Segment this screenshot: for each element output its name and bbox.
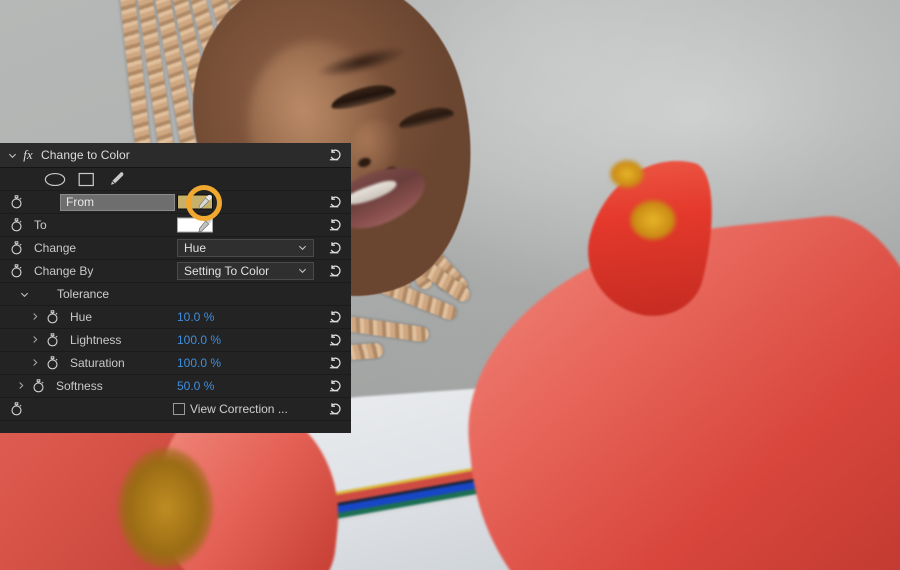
stopwatch-icon[interactable] [42, 356, 62, 370]
stopwatch-icon[interactable] [6, 195, 26, 209]
stopwatch-icon[interactable] [28, 379, 48, 393]
tolerance-saturation-value[interactable]: 100.0 % [177, 356, 221, 370]
change-dropdown-value: Hue [184, 241, 207, 255]
chevron-down-icon [298, 243, 307, 254]
reset-arrow-icon[interactable] [328, 195, 343, 209]
change-by-dropdown[interactable]: Setting To Color [177, 262, 314, 280]
chevron-right-icon[interactable] [14, 381, 28, 392]
chevron-right-icon[interactable] [28, 358, 42, 369]
view-correction-checkbox-wrap[interactable]: View Correction ... [173, 402, 288, 416]
tolerance-saturation-row[interactable]: Saturation 100.0 % [0, 352, 351, 375]
stopwatch-icon[interactable] [6, 402, 26, 416]
view-correction-label: View Correction ... [190, 402, 288, 416]
to-label: To [34, 218, 47, 232]
stopwatch-icon[interactable] [42, 310, 62, 324]
change-label: Change [34, 241, 77, 255]
tolerance-lightness-label: Lightness [70, 333, 122, 347]
reset-arrow-icon[interactable] [328, 148, 343, 162]
reset-arrow-icon[interactable] [328, 402, 343, 416]
chevron-down-icon [298, 266, 307, 277]
jacket-yellow-accent-lower [118, 448, 213, 568]
tolerance-group-row[interactable]: Tolerance [0, 283, 351, 306]
fx-icon: fx [23, 147, 33, 162]
tolerance-hue-row[interactable]: Hue 10.0 % [0, 306, 351, 329]
reset-arrow-icon[interactable] [328, 218, 343, 232]
chevron-down-icon[interactable] [6, 151, 19, 160]
reset-arrow-icon[interactable] [328, 241, 343, 255]
jacket-yellow-accent [630, 200, 676, 240]
effect-header-row[interactable]: fx Change to Color [0, 143, 351, 168]
effect-controls-panel: fx Change to Color From To Change Hue Ch… [0, 143, 351, 433]
rectangle-icon[interactable] [78, 172, 95, 187]
reset-arrow-icon[interactable] [328, 333, 343, 347]
change-dropdown[interactable]: Hue [177, 239, 314, 257]
change-by-dropdown-value: Setting To Color [184, 264, 270, 278]
tolerance-hue-value[interactable]: 10.0 % [177, 310, 214, 324]
softness-row[interactable]: Softness 50.0 % [0, 375, 351, 398]
reset-arrow-icon[interactable] [328, 356, 343, 370]
ellipse-icon[interactable] [44, 172, 66, 187]
softness-value[interactable]: 50.0 % [177, 379, 214, 393]
softness-label: Softness [56, 379, 103, 393]
reset-arrow-icon[interactable] [328, 264, 343, 278]
tolerance-lightness-value[interactable]: 100.0 % [177, 333, 221, 347]
view-correction-row[interactable]: View Correction ... [0, 398, 351, 421]
to-row[interactable]: To [0, 214, 351, 237]
tolerance-label: Tolerance [57, 287, 110, 301]
reset-arrow-icon[interactable] [328, 379, 343, 393]
pen-icon[interactable] [107, 171, 126, 187]
tolerance-lightness-row[interactable]: Lightness 100.0 % [0, 329, 351, 352]
tolerance-hue-label: Hue [70, 310, 93, 324]
reset-arrow-icon[interactable] [328, 310, 343, 324]
from-label-highlight[interactable]: From [60, 194, 175, 211]
mask-tools-row [0, 168, 351, 191]
effect-name-label: Change to Color [41, 148, 130, 162]
stopwatch-icon[interactable] [6, 264, 26, 278]
from-eyedropper-icon[interactable] [186, 185, 222, 221]
from-label: From [66, 195, 94, 209]
chevron-right-icon[interactable] [28, 335, 42, 346]
stopwatch-icon[interactable] [42, 333, 62, 347]
change-by-row[interactable]: Change By Setting To Color [0, 260, 351, 283]
stopwatch-icon[interactable] [6, 218, 26, 232]
change-by-label: Change By [34, 264, 94, 278]
tolerance-saturation-label: Saturation [70, 356, 125, 370]
checkbox-icon[interactable] [173, 403, 185, 415]
chevron-right-icon[interactable] [28, 312, 42, 323]
stopwatch-icon[interactable] [6, 241, 26, 255]
jacket-yellow-accent-top [610, 160, 644, 188]
change-row[interactable]: Change Hue [0, 237, 351, 260]
chevron-down-icon[interactable] [18, 290, 31, 299]
from-row[interactable]: From [0, 185, 351, 221]
